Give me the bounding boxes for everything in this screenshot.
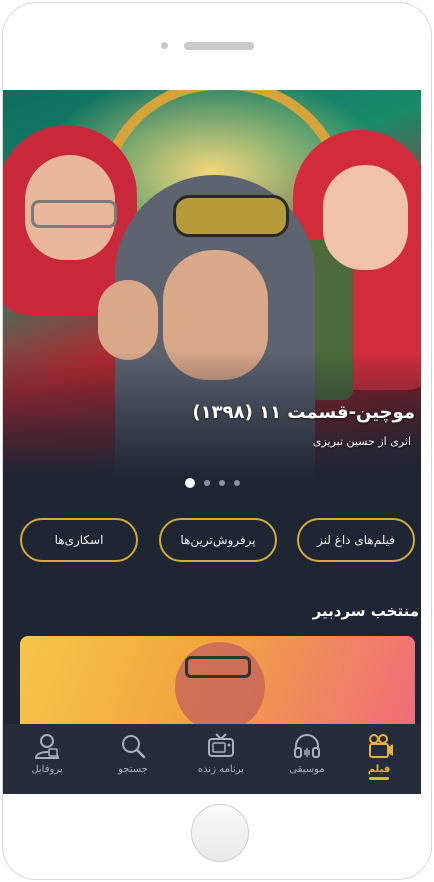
active-tab-indicator xyxy=(369,777,389,780)
profile-icon xyxy=(34,734,60,759)
hero-subtitle: اثری از حسین تبریزی xyxy=(312,435,411,448)
bottom-tab-bar: فیلم موسیقی برنامه زنده جستجو پروفایل xyxy=(3,724,421,794)
search-icon xyxy=(122,735,146,759)
tab-music[interactable]: موسیقی xyxy=(265,724,349,794)
film-camera-icon xyxy=(369,734,393,758)
hero-figure-right-face xyxy=(323,165,408,270)
front-camera xyxy=(161,42,168,49)
category-chips: فیلم‌های داغ لنز پرفروش‌ترین‌ها اسکاری‌ه… xyxy=(20,518,415,564)
headphones-icon xyxy=(294,734,320,758)
hero-figure-goggles xyxy=(173,195,289,237)
app-screen: موچین-قسمت ۱۱ (۱۳۹۸) اثری از حسین تبریزی… xyxy=(3,90,421,794)
earpiece-speaker xyxy=(184,42,254,50)
tab-music-label: موسیقی xyxy=(289,764,325,775)
tab-live-program-label: برنامه زنده xyxy=(197,764,245,775)
carousel-dot[interactable] xyxy=(219,480,225,486)
chip-hot-lenz-films[interactable]: فیلم‌های داغ لنز xyxy=(297,518,415,562)
carousel-indicator xyxy=(185,478,240,488)
tv-icon xyxy=(208,733,234,757)
tab-film[interactable]: فیلم xyxy=(337,724,421,794)
chip-oscars[interactable]: اسکاری‌ها xyxy=(20,518,138,562)
editors-pick-thumbnail-glasses xyxy=(185,656,251,678)
hero-title: موچین-قسمت ۱۱ (۱۳۹۸) xyxy=(192,402,415,423)
tab-profile[interactable]: پروفایل xyxy=(5,724,89,794)
tab-live-program[interactable]: برنامه زنده xyxy=(179,724,263,794)
hero-figure-left-glasses xyxy=(31,200,117,228)
hero-banner[interactable]: موچین-قسمت ۱۱ (۱۳۹۸) اثری از حسین تبریزی xyxy=(3,90,421,500)
tab-film-label: فیلم xyxy=(367,764,391,775)
carousel-dot-active[interactable] xyxy=(185,478,195,488)
section-title-editors-pick: منتخب سردبیر xyxy=(312,602,419,620)
home-button[interactable] xyxy=(191,804,249,862)
phone-frame: موچین-قسمت ۱۱ (۱۳۹۸) اثری از حسین تبریزی… xyxy=(2,2,432,880)
carousel-dot[interactable] xyxy=(204,480,210,486)
carousel-dot[interactable] xyxy=(234,480,240,486)
chip-best-sellers[interactable]: پرفروش‌ترین‌ها xyxy=(159,518,277,562)
tab-profile-label: پروفایل xyxy=(31,764,63,775)
tab-search-label: جستجو xyxy=(118,764,148,775)
tab-search[interactable]: جستجو xyxy=(91,724,175,794)
hero-figure-hand xyxy=(98,280,158,360)
